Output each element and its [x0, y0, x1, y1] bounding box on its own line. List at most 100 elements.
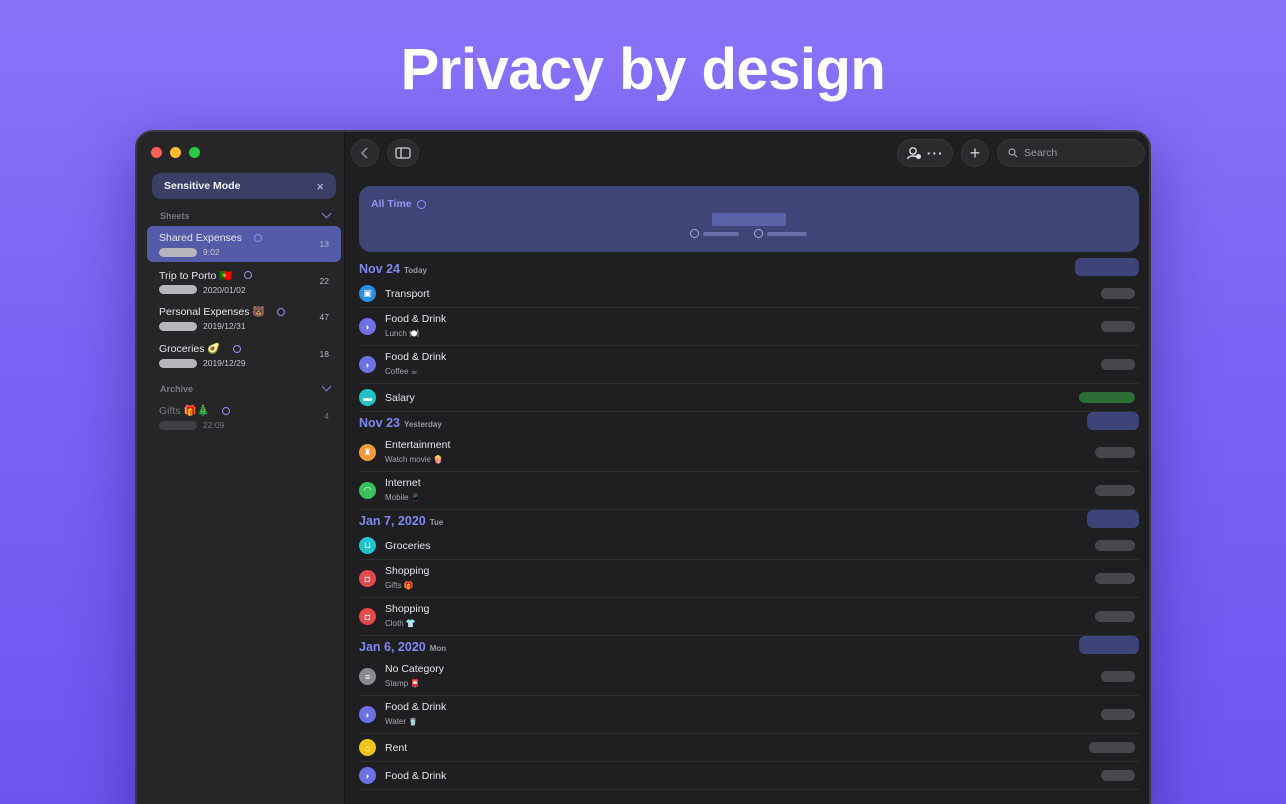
main-content: All Time Nov 24 Today ▣ Transport ◗ Food & Dr… — [345, 176, 1149, 804]
close-icon[interactable]: × — [316, 179, 324, 194]
entry-note: Lunch 🍽️ — [385, 329, 419, 338]
app-window: Sensitive Mode × Sheets Shared Expenses 9… — [135, 130, 1151, 804]
transaction-row[interactable]: ◘ Shopping Gifts 🎁 — [359, 560, 1139, 598]
sheet-amount-redacted — [159, 247, 197, 257]
transaction-row[interactable]: ◗ Food & Drink — [359, 762, 1139, 790]
day-header: Nov 23 Yesterday — [359, 412, 1139, 434]
day-date: Jan 7, 2020 — [359, 514, 426, 528]
gift-icon: ◘ — [359, 608, 376, 625]
transaction-row[interactable]: ◗ Food & Drink Lunch 🍽️ — [359, 308, 1139, 346]
category-name: Rent — [385, 742, 408, 754]
expense-icon — [690, 229, 699, 238]
sheet-name: Personal Expenses 🐻 — [159, 306, 266, 319]
sensitive-mode-banner[interactable]: Sensitive Mode × — [152, 173, 336, 199]
expense-total-redacted — [703, 232, 739, 236]
chevron-left-icon — [360, 147, 368, 159]
category-name: Entertainment — [385, 439, 451, 451]
add-entry-button[interactable]: + — [961, 139, 989, 167]
category-name: Shopping — [385, 565, 430, 577]
back-button[interactable] — [351, 139, 379, 167]
minimize-window-button[interactable] — [170, 147, 181, 158]
amount-redacted — [1101, 288, 1135, 299]
sidebar-toggle-button[interactable] — [387, 139, 419, 167]
search-box[interactable] — [997, 139, 1145, 167]
more-options-button[interactable]: ··· — [927, 145, 944, 161]
amount-redacted — [1101, 770, 1135, 781]
wifi-icon: ◠ — [359, 482, 376, 499]
sheet-name: Shared Expenses — [159, 232, 242, 244]
sheet-date: 2019/12/31 — [203, 321, 246, 332]
category-name: Transport — [385, 288, 430, 300]
transaction-row[interactable]: ◠ Internet Mobile 📱 — [359, 472, 1139, 510]
summary-card: All Time — [359, 186, 1139, 252]
period-selector[interactable]: All Time — [371, 198, 426, 210]
day-date: Jan 6, 2020 — [359, 640, 426, 654]
shared-icon — [253, 234, 262, 242]
cart-icon: ⊔ — [359, 537, 376, 554]
sheet-amount-redacted — [159, 358, 197, 368]
category-name: Salary — [385, 392, 415, 404]
amount-redacted — [1101, 709, 1135, 720]
transaction-row[interactable]: ♜ Entertainment Watch movie 🍿 — [359, 434, 1139, 472]
period-label: All Time — [371, 198, 412, 210]
search-icon — [1008, 148, 1018, 158]
transaction-row[interactable]: ▣ Transport — [359, 280, 1139, 308]
shared-users-icon[interactable] — [906, 146, 922, 160]
check-icon — [416, 199, 426, 209]
day-total-redacted — [1075, 258, 1139, 276]
day-weekday: Tue — [429, 518, 444, 527]
sheet-entry-count: 22 — [319, 275, 329, 286]
category-name: Shopping — [385, 603, 430, 615]
sheet-item[interactable]: Shared Expenses 9:02 13 — [147, 226, 341, 262]
transaction-row[interactable]: ◘ Shopping Cloth 👕 — [359, 598, 1139, 636]
chevron-down-icon[interactable] — [321, 381, 332, 392]
sheet-entry-count: 13 — [319, 239, 329, 249]
income-total-redacted — [767, 232, 807, 236]
transaction-row[interactable]: ▬ Salary — [359, 384, 1139, 412]
marketing-headline: Privacy by design — [400, 37, 886, 102]
category-name: Groceries — [385, 540, 431, 552]
shared-icon — [221, 406, 230, 415]
category-name: Food & Drink — [385, 770, 447, 782]
day-weekday: Today — [404, 266, 427, 275]
gift-icon: ◘ — [359, 570, 376, 587]
sensitive-mode-label: Sensitive Mode — [164, 180, 241, 192]
transaction-row[interactable]: ≡ No Category Stamp 📮 — [359, 658, 1139, 696]
transaction-row[interactable]: ◗ Food & Drink Coffee ☕ — [359, 346, 1139, 384]
chevron-down-icon[interactable] — [321, 208, 332, 219]
day-total-redacted — [1079, 636, 1139, 654]
amount-redacted — [1095, 447, 1135, 458]
close-window-button[interactable] — [151, 147, 162, 158]
search-input[interactable] — [1024, 147, 1124, 159]
day-weekday: Mon — [429, 644, 447, 653]
transaction-row[interactable]: ◗ Food & Drink Water 🥤 — [359, 696, 1139, 734]
money-icon: ▬ — [359, 389, 376, 406]
zoom-window-button[interactable] — [189, 147, 200, 158]
ticket-icon: ♜ — [359, 444, 376, 461]
day-date: Nov 24 — [359, 262, 400, 276]
amount-redacted — [1079, 392, 1135, 403]
sheet-entry-count: 4 — [324, 411, 329, 421]
shared-icon — [244, 271, 253, 280]
archive-section-label: Archive — [160, 384, 194, 394]
sheet-item[interactable]: Groceries 🥑 2019/12/29 18 — [147, 336, 341, 372]
amount-redacted — [1101, 671, 1135, 682]
amount-redacted — [1089, 742, 1135, 753]
transaction-row[interactable]: ⊔ Groceries — [359, 532, 1139, 560]
sheet-item[interactable]: Gifts 🎁🎄 22:09 4 — [147, 398, 341, 434]
entry-note: Watch movie 🍿 — [385, 455, 444, 464]
amount-redacted — [1095, 573, 1135, 584]
sheet-item[interactable]: Trip to Porto 🇵🇹 2020/01/02 22 — [147, 263, 341, 299]
sheet-name: Groceries 🥑 — [159, 343, 221, 356]
day-total-redacted — [1087, 510, 1139, 528]
sheet-item[interactable]: Personal Expenses 🐻 2019/12/31 47 — [147, 299, 341, 335]
category-name: No Category — [385, 663, 444, 675]
category-name: Food & Drink — [385, 351, 447, 363]
day-header: Jan 7, 2020 Tue — [359, 510, 1139, 532]
sheet-entry-count: 47 — [319, 312, 329, 323]
shared-icon — [232, 344, 241, 353]
sheets-section-label: Sheets — [160, 211, 190, 221]
transaction-row[interactable]: ⌂ Rent — [359, 734, 1139, 762]
food-icon: ◗ — [359, 706, 376, 723]
entry-note: Stamp 📮 — [385, 679, 421, 688]
